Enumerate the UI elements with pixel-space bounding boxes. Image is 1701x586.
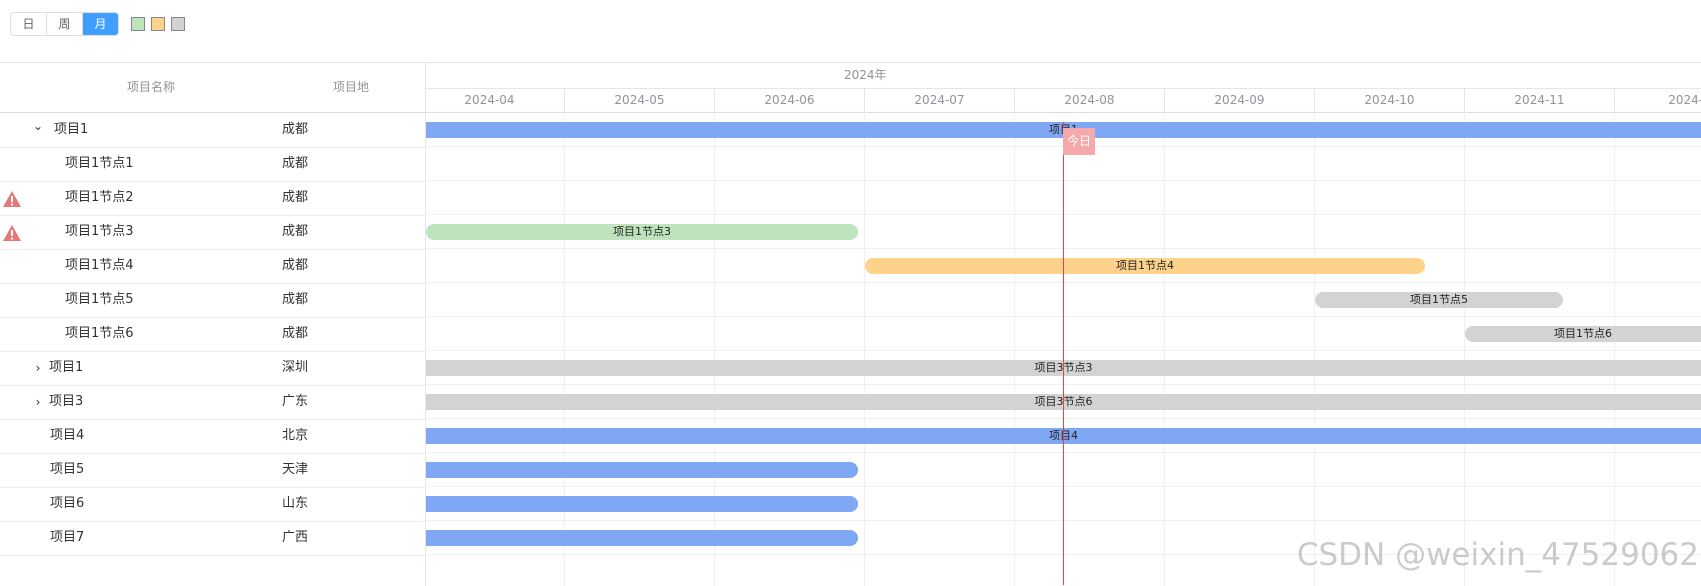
month-label: 2024-06: [715, 88, 865, 113]
table-row[interactable]: › 项目3 广东: [0, 385, 425, 420]
gantt-bar[interactable]: 项目1节点5: [1315, 292, 1563, 308]
grid-line: [864, 112, 865, 586]
row-name: 项目1节点1: [65, 156, 134, 171]
month-label: 2024-05: [565, 88, 715, 113]
month-label: 2024-1: [1615, 88, 1701, 113]
row-name: 项目1节点6: [65, 326, 134, 341]
table-row[interactable]: 项目1节点4 成都: [0, 249, 425, 284]
row-place: 天津: [282, 462, 309, 477]
grid-line: [1614, 112, 1615, 586]
gantt-bar[interactable]: [426, 462, 858, 478]
year-label: 2024年: [844, 68, 887, 82]
grid-line: [1464, 112, 1465, 586]
row-name: 项目3: [49, 394, 84, 409]
table-header: 项目名称 项目地: [0, 63, 425, 113]
month-label: 2024-09: [1165, 88, 1315, 113]
watermark: CSDN @weixin_47529062: [1296, 537, 1699, 573]
view-month-button[interactable]: 月: [83, 13, 118, 35]
month-label: 2024-11: [1465, 88, 1615, 113]
table-row[interactable]: 项目4 北京: [0, 419, 425, 454]
row-name: 项目1节点2: [65, 190, 134, 205]
table-row[interactable]: 项目5 天津: [0, 453, 425, 488]
month-label: 2024-10: [1315, 88, 1465, 113]
today-marker-label: 今日: [1063, 128, 1095, 155]
column-header-place: 项目地: [333, 80, 370, 94]
table-row[interactable]: ⌄ 项目1 成都: [0, 113, 425, 148]
legend-swatch-orange: [151, 17, 165, 31]
row-place: 成都: [282, 258, 309, 273]
table-row[interactable]: › 项目1 深圳: [0, 351, 425, 386]
row-name: 项目1: [49, 360, 84, 375]
view-switch: 日 周 月: [10, 12, 119, 36]
row-place: 成都: [282, 224, 309, 239]
expand-icon[interactable]: ›: [32, 351, 44, 385]
grid-line: [1014, 112, 1015, 586]
table-row[interactable]: 项目7 广西: [0, 521, 425, 556]
table-row[interactable]: 项目1节点1 成都: [0, 147, 425, 182]
gantt-bar[interactable]: 项目1节点4: [865, 258, 1425, 274]
expand-icon[interactable]: ›: [32, 385, 44, 419]
row-place: 成都: [282, 326, 309, 341]
table-row[interactable]: 项目1节点2 成都: [0, 181, 425, 216]
row-name: 项目6: [50, 496, 85, 511]
warning-icon: [3, 191, 21, 207]
table-row[interactable]: 项目1节点6 成都: [0, 317, 425, 352]
row-place: 北京: [282, 428, 309, 443]
row-place: 成都: [282, 122, 309, 137]
grid-line: [714, 112, 715, 586]
year-header: 2024年: [426, 63, 1701, 89]
gantt-bar[interactable]: 项目1节点3: [426, 224, 858, 240]
view-week-button[interactable]: 周: [47, 13, 83, 35]
row-name: 项目1: [54, 122, 89, 137]
grid-line: [564, 112, 565, 586]
table-row[interactable]: 项目6 山东: [0, 487, 425, 522]
column-header-name: 项目名称: [127, 80, 176, 94]
row-place: 广西: [282, 530, 309, 545]
row-place: 山东: [282, 496, 309, 511]
gantt-bar[interactable]: 项目1节点6: [1465, 326, 1701, 342]
collapse-icon[interactable]: ⌄: [32, 109, 44, 143]
gantt-bar[interactable]: [426, 530, 858, 546]
row-name: 项目1节点4: [65, 258, 134, 273]
table-row[interactable]: 项目1节点3 成都: [0, 215, 425, 250]
grid-line: [1164, 112, 1165, 586]
view-day-button[interactable]: 日: [11, 13, 47, 35]
task-table: 项目名称 项目地 ⌄ 项目1 成都 项目1节点1 成都 项目1节点2 成都 项目1节点3 成都项…: [0, 62, 426, 586]
legend-swatch-gray: [171, 17, 185, 31]
legend-swatches: [125, 17, 185, 31]
toolbar: 日 周 月: [10, 12, 185, 36]
month-label: 2024-07: [865, 88, 1015, 113]
row-place: 深圳: [282, 360, 309, 375]
warning-icon: [3, 225, 21, 241]
row-place: 成都: [282, 292, 309, 307]
table-row[interactable]: 项目1节点5 成都: [0, 283, 425, 318]
row-name: 项目1节点3: [65, 224, 134, 239]
gantt-bar[interactable]: [426, 496, 858, 512]
row-name: 项目4: [50, 428, 85, 443]
row-place: 成都: [282, 156, 309, 171]
legend-swatch-green: [131, 17, 145, 31]
row-place: 广东: [282, 394, 309, 409]
row-name: 项目7: [50, 530, 85, 545]
grid-line: [1314, 112, 1315, 586]
month-label: 2024-04: [426, 88, 565, 113]
row-name: 项目1节点5: [65, 292, 134, 307]
row-place: 成都: [282, 190, 309, 205]
row-name: 项目5: [50, 462, 85, 477]
today-marker-line: [1063, 122, 1064, 585]
month-label: 2024-08: [1015, 88, 1165, 113]
